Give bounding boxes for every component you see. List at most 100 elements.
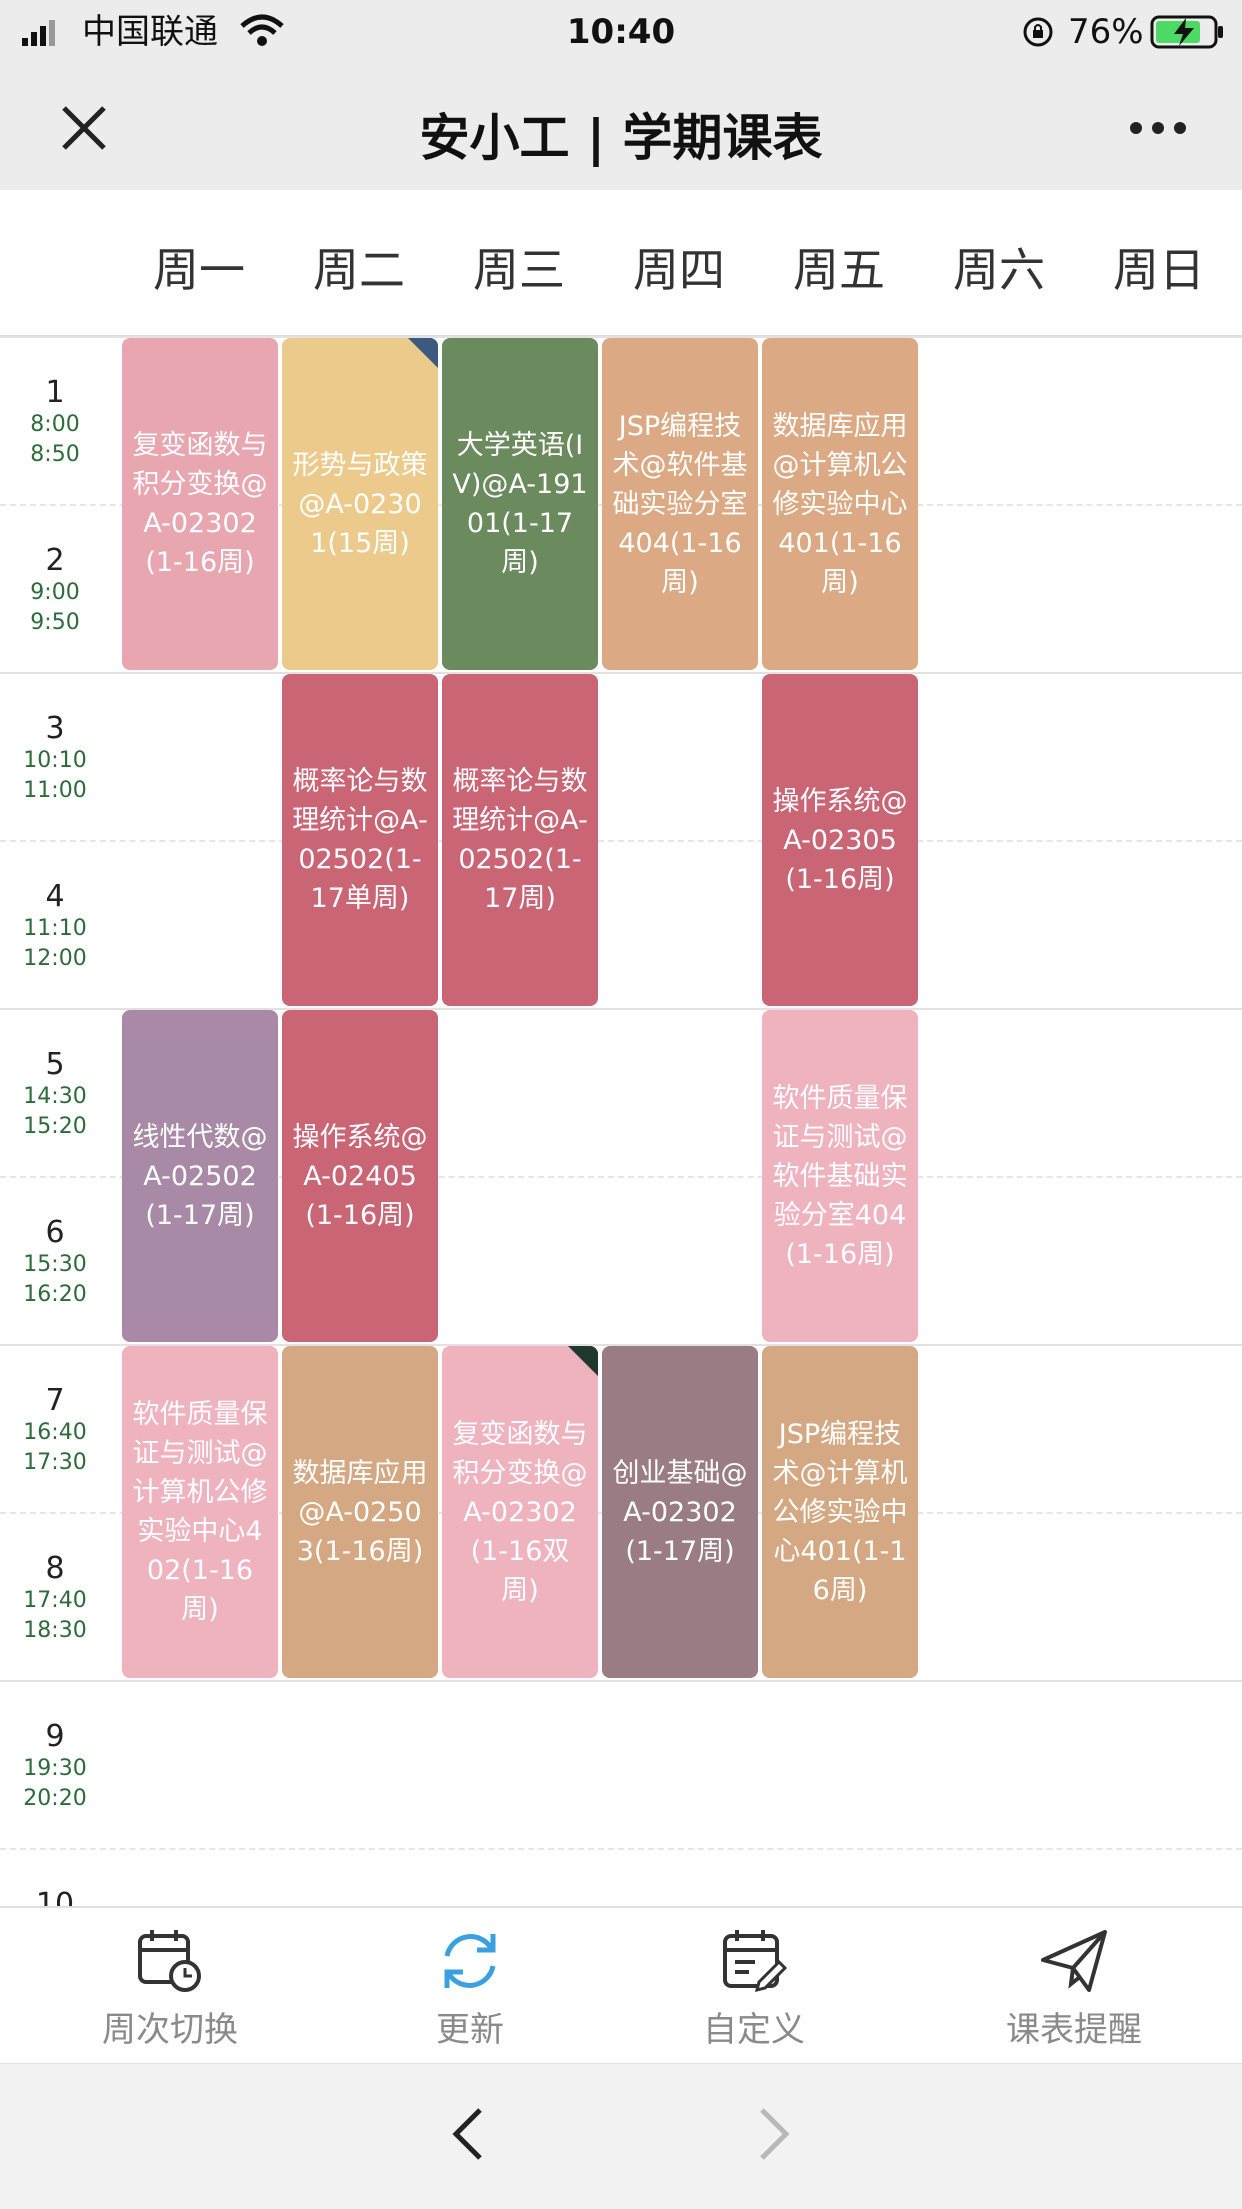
grid-line [0,672,1242,674]
status-bar: 中国联通 10:40 76% [0,0,1242,64]
period-start-time: 16:40 [23,1420,87,1445]
period-number: 8 [45,1551,65,1586]
period-label: 7 16:40 17:30 [0,1384,110,1478]
period-start-time: 14:30 [23,1084,87,1109]
more-icon[interactable] [1128,120,1188,136]
period-end-time: 8:50 [30,442,80,467]
course-card[interactable]: 大学英语(IV)@A-19101(1-17周) [442,338,598,670]
refresh-label: 更新 [436,2010,504,2050]
course-card[interactable]: 操作系统@A-02305(1-16周) [762,674,918,1006]
course-text: 复变函数与积分变换@A-02302(1-16双周) [452,1418,588,1606]
weekday-wed: 周三 [473,243,565,297]
course-card[interactable]: 创业基础@A-02302(1-17周) [602,1346,758,1678]
course-card[interactable]: 软件质量保证与测试@软件基础实验分室404(1-16周) [762,1010,918,1342]
period-start-time: 15:30 [23,1252,87,1277]
course-text: 复变函数与积分变换@A-02302(1-16周) [132,430,268,578]
period-number: 2 [45,543,65,578]
weekday-mon: 周一 [153,243,245,297]
period-number: 9 [45,1719,65,1754]
calendar-clock-icon [135,1926,205,1996]
period-start-time: 19:30 [23,1756,87,1781]
period-label: 4 11:10 12:00 [0,880,110,974]
course-text: 形势与政策@A-02301(15周) [292,449,428,559]
course-text: JSP编程技术@软件基础实验分室404(1-16周) [612,410,748,598]
period-number: 10 [35,1887,75,1907]
course-text: 软件质量保证与测试@软件基础实验分室404(1-16周) [772,1082,908,1270]
refresh-button[interactable]: 更新 [340,1926,600,2051]
period-number: 7 [45,1383,65,1418]
bottom-toolbar: 周次切换 更新 自定义 课表提醒 [0,1906,1242,2065]
course-card[interactable]: 操作系统@A-02405(1-16周) [282,1010,438,1342]
battery-charging-icon [1150,14,1226,50]
course-text: 创业基础@A-02302(1-17周) [612,1457,748,1567]
period-number: 3 [45,711,65,746]
period-end-time: 18:30 [23,1618,87,1643]
weekday-header: 周一 周二 周三 周四 周五 周六 周日 [0,190,1242,338]
week-switch-button[interactable]: 周次切换 [40,1926,300,2051]
reminder-label: 课表提醒 [1006,2010,1142,2050]
weekday-thu: 周四 [633,243,725,297]
period-label: 8 17:40 18:30 [0,1552,110,1646]
course-card[interactable]: JSP编程技术@计算机公修实验中心401(1-16周) [762,1346,918,1678]
forward-arrow-icon[interactable] [754,2104,794,2164]
course-text: 概率论与数理统计@A-02502(1-17单周) [292,766,428,914]
timetable-grid: 1 8:00 8:50 2 9:00 9:50 3 10:10 11:00 4 11:10 12:00… [0,336,1242,1906]
navigation-bar: 安小工 | 学期课表 [0,64,1242,190]
course-card[interactable]: 概率论与数理统计@A-02502(1-17周) [442,674,598,1006]
period-start-time: 17:40 [23,1588,87,1613]
course-text: 数据库应用@计算机公修实验中心401(1-16周) [772,410,908,598]
corner-marker-icon [408,338,438,368]
period-number: 4 [45,879,65,914]
course-text: 操作系统@A-02405(1-16周) [292,1121,428,1231]
course-text: 软件质量保证与测试@计算机公修实验中心402(1-16周) [132,1399,268,1625]
period-number: 6 [45,1215,65,1250]
corner-marker-icon [568,1346,598,1376]
browser-nav-bar [0,2063,1242,2209]
grid-line [0,1848,1242,1850]
customize-button[interactable]: 自定义 [624,1926,884,2051]
period-end-time: 9:50 [30,610,80,635]
period-end-time: 16:20 [23,1282,87,1307]
period-start-time: 11:10 [23,916,87,941]
period-number: 5 [45,1047,65,1082]
course-card[interactable]: 线性代数@A-02502(1-17周) [122,1010,278,1342]
period-label: 10 [0,1887,110,1907]
calendar-edit-icon [719,1926,789,1996]
grid-line [0,840,1242,842]
period-end-time: 20:20 [23,1786,87,1811]
period-label: 3 10:10 11:00 [0,712,110,806]
weekday-fri: 周五 [793,243,885,297]
rotation-lock-icon [1022,16,1054,48]
period-label: 1 8:00 8:50 [0,376,110,470]
period-start-time: 10:10 [23,748,87,773]
course-text: 概率论与数理统计@A-02502(1-17周) [452,766,588,914]
send-icon [1039,1926,1109,1996]
reminder-button[interactable]: 课表提醒 [944,1926,1204,2051]
period-start-time: 8:00 [30,412,80,437]
course-card[interactable]: 数据库应用@A-02503(1-16周) [282,1346,438,1678]
course-text: 数据库应用@A-02503(1-16周) [292,1457,428,1567]
course-card[interactable]: 数据库应用@计算机公修实验中心401(1-16周) [762,338,918,670]
course-card[interactable]: JSP编程技术@软件基础实验分室404(1-16周) [602,338,758,670]
course-text: 操作系统@A-02305(1-16周) [772,785,908,895]
period-number: 1 [45,375,65,410]
course-card[interactable]: 概率论与数理统计@A-02502(1-17单周) [282,674,438,1006]
course-card[interactable]: 形势与政策@A-02301(15周) [282,338,438,670]
back-arrow-icon[interactable] [448,2104,488,2164]
weekday-sun: 周日 [1113,243,1205,297]
weekday-tue: 周二 [313,243,405,297]
period-label: 2 9:00 9:50 [0,544,110,638]
period-end-time: 12:00 [23,946,87,971]
period-label: 9 19:30 20:20 [0,1720,110,1814]
period-start-time: 9:00 [30,580,80,605]
course-card[interactable]: 软件质量保证与测试@计算机公修实验中心402(1-16周) [122,1346,278,1678]
customize-label: 自定义 [703,2010,805,2050]
period-end-time: 11:00 [23,778,87,803]
course-card[interactable]: 复变函数与积分变换@A-02302(1-16双周) [442,1346,598,1678]
period-label: 5 14:30 15:20 [0,1048,110,1142]
weekday-sat: 周六 [953,243,1045,297]
course-text: 线性代数@A-02502(1-17周) [132,1121,268,1231]
grid-line [0,1680,1242,1682]
battery-percent: 76% [1068,12,1144,52]
course-card[interactable]: 复变函数与积分变换@A-02302(1-16周) [122,338,278,670]
